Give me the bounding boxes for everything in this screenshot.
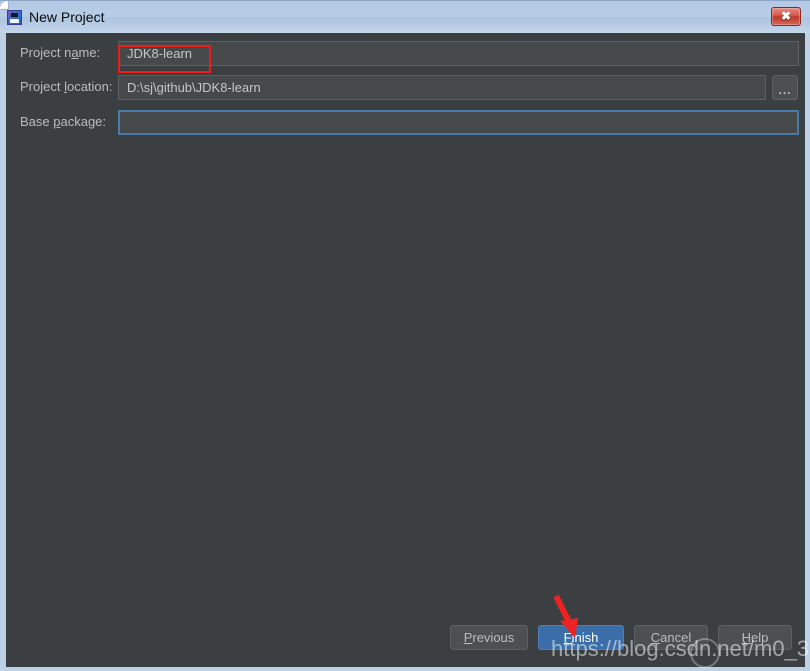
ellipsis-icon: ... [778, 83, 792, 97]
button-label: ancel [660, 630, 692, 645]
dialog-button-bar: Previous Finish Cancel Help [6, 625, 805, 663]
button-label: inish [571, 630, 599, 645]
help-button[interactable]: Help [718, 625, 792, 650]
label-text-pre: Base [20, 114, 54, 129]
project-location-input[interactable]: D:\sj\github\JDK8-learn [118, 75, 766, 100]
project-location-label: Project location: [20, 79, 113, 94]
project-name-input[interactable]: JDK8-learn [118, 41, 799, 66]
button-mnemonic: C [650, 630, 661, 645]
close-button[interactable]: ✖ [771, 7, 801, 26]
window-edge-right [805, 33, 810, 671]
project-name-label: Project name: [20, 45, 100, 60]
dialog-content: Project name: JDK8-learn Project locatio… [6, 33, 805, 667]
window-title: New Project [29, 9, 105, 25]
button-label: revious [472, 630, 515, 645]
browse-button[interactable]: ... [772, 75, 798, 100]
button-mnemonic: H [741, 630, 752, 645]
base-package-label: Base package: [20, 114, 106, 129]
previous-button[interactable]: Previous [450, 625, 528, 650]
title-bar: New Project ✖ [0, 0, 810, 33]
button-label: elp [751, 630, 769, 645]
finish-button[interactable]: Finish [538, 625, 624, 650]
app-icon [7, 10, 22, 25]
new-project-dialog: New Project ✖ Project name: JDK8-learn P… [0, 0, 810, 671]
window-edge-bottom [0, 667, 810, 671]
button-mnemonic: F [563, 630, 572, 645]
base-package-input[interactable] [118, 110, 799, 135]
titlebar-corner [0, 1, 8, 9]
close-icon: ✖ [780, 9, 792, 23]
label-mnemonic: a [71, 45, 79, 60]
cancel-button[interactable]: Cancel [634, 625, 708, 650]
label-text-post: ackage: [60, 114, 107, 129]
label-text-pre: Project n [20, 45, 72, 60]
label-text-post: me: [78, 45, 101, 60]
label-text-post: ocation: [66, 79, 113, 94]
label-text-pre: Project [20, 79, 65, 94]
